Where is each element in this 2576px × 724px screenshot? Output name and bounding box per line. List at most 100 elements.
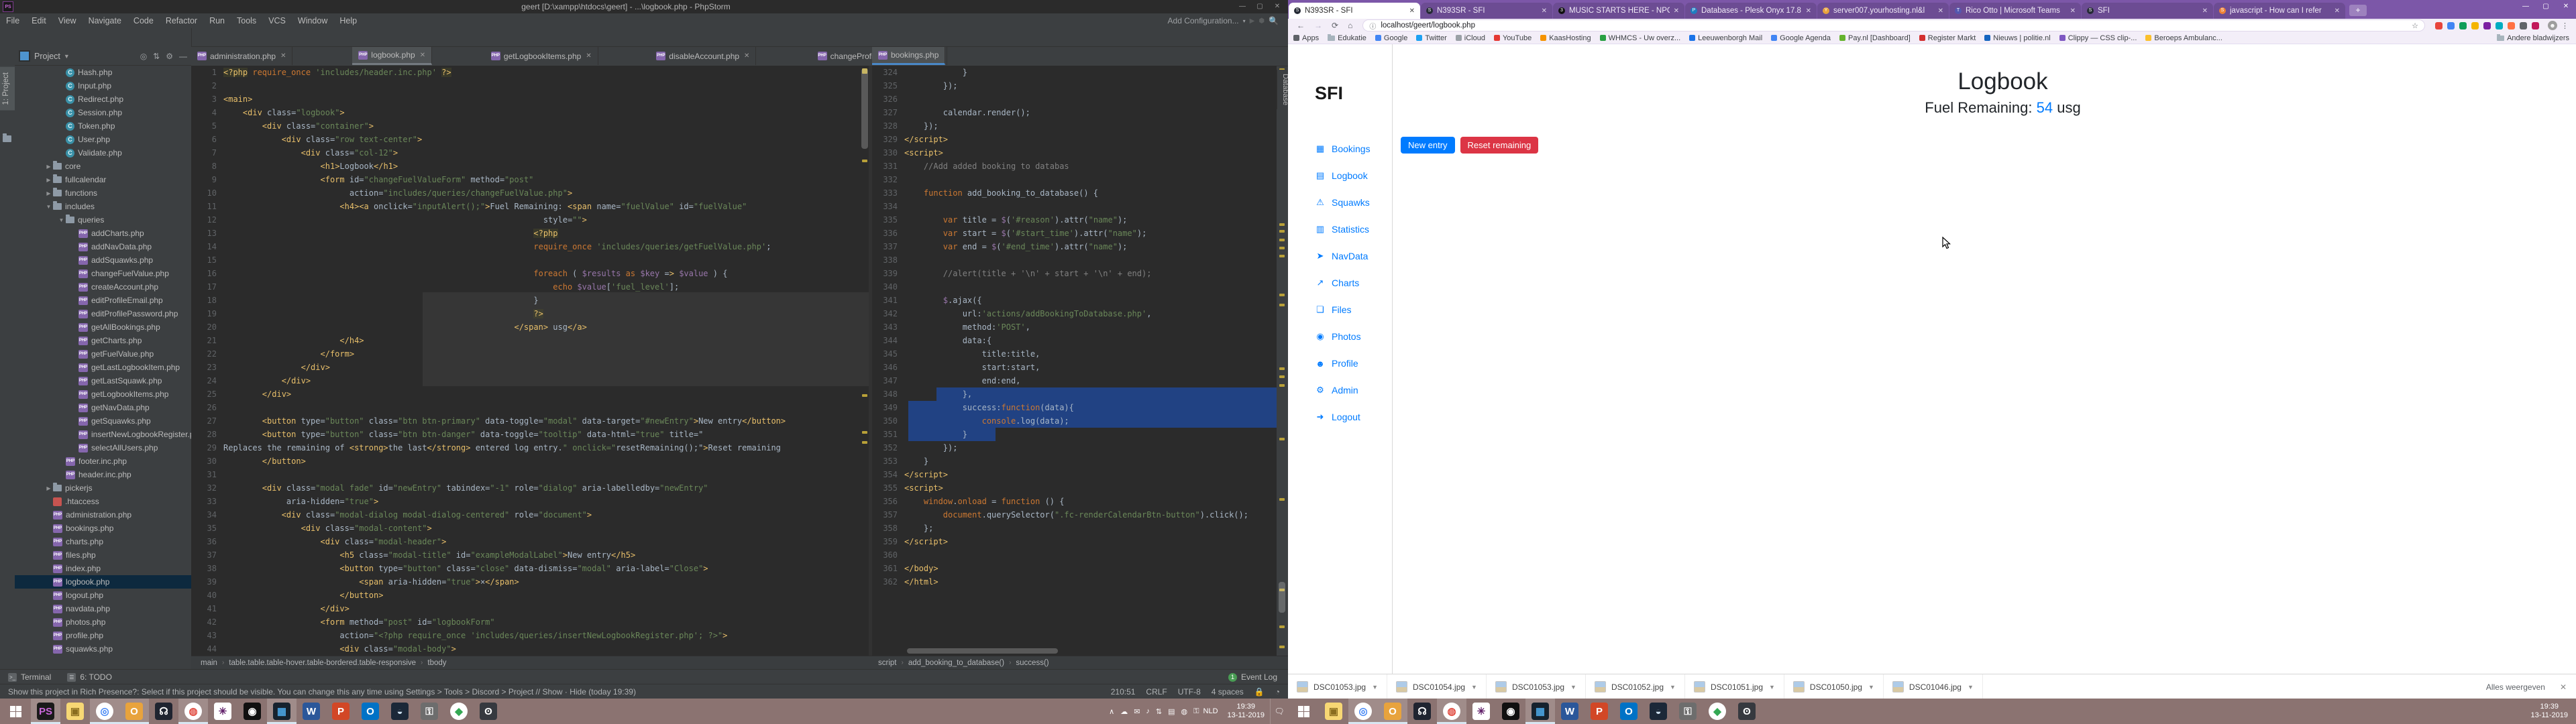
tree-item-getLogbookItems.php[interactable]: PHPgetLogbookItems.php (15, 387, 191, 401)
language-indicator[interactable]: NLD (1203, 707, 1218, 715)
notification-icon[interactable]: 🗨 (1270, 699, 1288, 724)
menu-navigate[interactable]: Navigate (83, 16, 127, 25)
bookmark-registermarkt[interactable]: Register Markt (1919, 34, 1976, 42)
close-tab-icon[interactable]: ✕ (420, 52, 425, 59)
editor-tab-disableAccount.php[interactable]: PHPdisableAccount.php✕ (650, 47, 756, 65)
bookmark-paynldashboard[interactable]: Pay.nl [Dashboard] (1839, 34, 1911, 42)
address-bar[interactable]: ⓘ localhost/geert/logbook.php ☆ (1362, 19, 2425, 32)
browser-maximize-button[interactable]: ▢ (2536, 0, 2556, 13)
close-tab-icon[interactable]: ✕ (2202, 7, 2208, 15)
scrollbar-thumb[interactable] (1279, 582, 1285, 613)
nav-item-files[interactable]: ❏Files (1315, 296, 1371, 323)
url-text[interactable]: localhost/geert/logbook.php (1381, 21, 2412, 29)
taskbar-app-word[interactable]: W (1555, 699, 1585, 724)
tree-item-getSquawks.php[interactable]: PHPgetSquawks.php (15, 414, 191, 428)
extension-icon[interactable] (2496, 22, 2503, 29)
hector-icon[interactable]: ◔ (1275, 687, 1280, 697)
taskbar-app-outlook[interactable]: O (1614, 699, 1644, 724)
close-tab-icon[interactable]: ✕ (1806, 7, 1811, 15)
database-tool-tab[interactable]: Database (1277, 70, 1288, 109)
ide-maximize-button[interactable]: ▢ (1252, 1, 1268, 12)
locate-file-icon[interactable]: ◎ (140, 52, 147, 61)
error-stripe-left[interactable] (861, 66, 869, 656)
extension-icon[interactable] (2471, 22, 2479, 29)
chevron-down-icon[interactable]: ▼ (64, 53, 70, 60)
tree-item-editProfileEmail.php[interactable]: PHPeditProfileEmail.php (15, 294, 191, 307)
tree-item-getCharts.php[interactable]: PHPgetCharts.php (15, 334, 191, 347)
horizontal-scrollbar[interactable] (907, 648, 1058, 654)
bookmark-star-icon[interactable]: ☆ (2412, 21, 2418, 30)
editor-tab-logbook.php[interactable]: PHPlogbook.php✕ (352, 47, 432, 65)
close-tab-icon[interactable]: ✕ (280, 52, 286, 60)
browser-tab[interactable]: SN393SR - SFI✕ (1421, 3, 1552, 19)
tree-item-.htaccess[interactable]: .htaccess (15, 495, 191, 508)
taskbar-app-obs[interactable]: ◉ (1496, 699, 1525, 724)
download-item[interactable]: DSC01050.jpg▼ (1784, 674, 1884, 699)
bookmark-icloud[interactable]: iCloud (1456, 34, 1485, 42)
tree-expand-icon[interactable]: ▶ (44, 485, 53, 491)
tree-item-core[interactable]: ▶core (15, 160, 191, 173)
browser-tab[interactable]: SSFI✕ (2082, 3, 2213, 19)
reset-remaining-button[interactable]: Reset remaining (1460, 137, 1539, 154)
taskbar-app-headset[interactable]: ☊ (149, 699, 178, 724)
menu-view[interactable]: View (52, 16, 83, 25)
taskbar-app-powerpoint[interactable]: P (326, 699, 356, 724)
breadcrumb-item[interactable]: main (201, 659, 217, 667)
tree-item-photos.php[interactable]: PHPphotos.php (15, 615, 191, 629)
browser-tab[interactable]: Yserver007.yourhosting.nl&l✕ (1817, 3, 1949, 19)
ide-close-button[interactable]: ✕ (1269, 1, 1285, 12)
taskbar-app-phpstorm[interactable]: PS (31, 699, 60, 724)
menu-help[interactable]: Help (333, 16, 363, 25)
tree-expand-icon[interactable]: ▼ (57, 217, 66, 223)
chevron-down-icon[interactable]: ▼ (1570, 684, 1576, 690)
extension-icon[interactable] (2483, 22, 2491, 29)
nav-item-profile[interactable]: ☻Profile (1315, 350, 1371, 377)
menu-edit[interactable]: Edit (25, 16, 52, 25)
taskbar-app-slack[interactable]: ✳ (208, 699, 237, 724)
taskbar-app-chrome[interactable]: ◎ (1348, 699, 1378, 724)
menu-vcs[interactable]: VCS (262, 16, 292, 25)
sfi-brand[interactable]: SFI (1315, 83, 1343, 104)
bookmark-googleagenda[interactable]: Google Agenda (1771, 34, 1831, 42)
reload-icon[interactable]: ⟳ (1332, 21, 1338, 30)
taskbar-app-word[interactable]: W (297, 699, 326, 724)
fuel-remaining[interactable]: Fuel Remaining: 54 usg (1430, 99, 2576, 117)
taskbar-app-opera[interactable]: O (1378, 699, 1407, 724)
tray-icon[interactable]: ✉ (1134, 707, 1140, 716)
chevron-down-icon[interactable]: ▼ (1868, 684, 1874, 690)
tree-expand-icon[interactable]: ▶ (44, 190, 53, 196)
other-bookmarks-button[interactable]: Andere bladwijzers (2497, 34, 2569, 42)
bookmark-twitter[interactable]: Twitter (1416, 34, 1446, 42)
taskbar-app-ring[interactable]: ◍ (178, 699, 208, 724)
nav-item-photos[interactable]: ◉Photos (1315, 323, 1371, 350)
tray-icon[interactable]: ⇅ (1156, 707, 1162, 716)
tree-expand-icon[interactable]: ▶ (44, 177, 53, 183)
nav-item-squawks[interactable]: ⚠Squawks (1315, 189, 1371, 216)
new-tab-button[interactable]: + (2349, 5, 2367, 16)
taskbar-app-slack[interactable]: ✳ (1466, 699, 1496, 724)
tree-item-bookings.php[interactable]: PHPbookings.php (15, 522, 191, 535)
tree-expand-icon[interactable]: ▼ (44, 204, 53, 210)
scrollbar-thumb[interactable] (861, 68, 868, 149)
lock-icon[interactable]: 🔒 (1254, 687, 1265, 697)
menu-refactor[interactable]: Refactor (160, 16, 203, 25)
chevron-down-icon[interactable]: ▼ (1471, 684, 1477, 690)
close-tab-icon[interactable]: ✕ (586, 52, 591, 60)
tree-item-insertNewLogbookRegister.php[interactable]: PHPinsertNewLogbookRegister.php (15, 428, 191, 441)
menu-window[interactable]: Window (292, 16, 333, 25)
taskbar-app-lock[interactable]: ⚿ (415, 699, 444, 724)
tree-item-addCharts.php[interactable]: PHPaddCharts.php (15, 227, 191, 240)
download-item[interactable]: DSC01054.jpg▼ (1387, 674, 1487, 699)
tray-icon[interactable]: ☁ (1120, 707, 1128, 716)
bookmark-edukatie[interactable]: Edukatie (1328, 34, 1366, 42)
breadcrumb-item[interactable]: table.table.table-hover.table-bordered.t… (229, 659, 416, 667)
bookmark-youtube[interactable]: YouTube (1494, 34, 1532, 42)
bookmark-leeuwenborghmail[interactable]: Leeuwenborgh Mail (1689, 34, 1762, 42)
nav-item-navdata[interactable]: ➤NavData (1315, 243, 1371, 269)
search-icon[interactable]: 🔍 (1269, 16, 1279, 25)
start-button[interactable] (1288, 699, 1319, 724)
download-item[interactable]: DSC01053.jpg▼ (1288, 674, 1387, 699)
site-info-icon[interactable]: ⓘ (1369, 21, 1376, 31)
tree-item-fullcalendar[interactable]: ▶fullcalendar (15, 173, 191, 186)
extension-icon[interactable] (2532, 22, 2539, 29)
